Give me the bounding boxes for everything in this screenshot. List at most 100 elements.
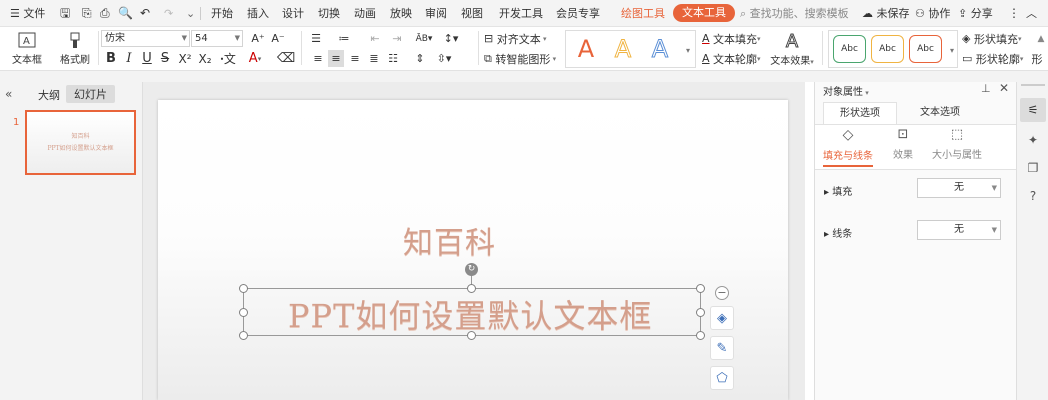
wordart-style-1[interactable]: A <box>571 33 601 65</box>
italic-icon[interactable]: I <box>122 50 136 67</box>
tab-member[interactable]: 会员专享 <box>556 0 600 27</box>
text-outline-button[interactable]: A 文本轮廓 ▾ <box>702 50 766 67</box>
fill-select[interactable]: 无 ▼ <box>917 178 1001 198</box>
wordart-style-3[interactable]: A <box>645 33 675 65</box>
unsaved-status[interactable]: ☁ 未保存 <box>862 0 910 27</box>
share-button[interactable]: ⇪ 分享 <box>958 0 993 27</box>
resize-handle[interactable] <box>239 284 248 293</box>
gallery-expand-icon[interactable]: ▾ <box>947 43 957 57</box>
help-icon[interactable]: ? <box>1020 184 1046 208</box>
line-select[interactable]: 无 ▼ <box>917 220 1001 240</box>
redo-icon[interactable]: ↷ <box>164 0 173 27</box>
tab-review[interactable]: 审阅 <box>425 0 447 27</box>
tab-slides[interactable]: 幻灯片 <box>66 85 115 103</box>
tab-animation[interactable]: 动画 <box>354 0 376 27</box>
resize-handle[interactable] <box>467 284 476 293</box>
shape-fill-button[interactable]: ◈ 形状填充 ▾ <box>962 30 1026 47</box>
collapse-pane-icon[interactable]: « <box>5 87 12 101</box>
resize-handle[interactable] <box>696 284 705 293</box>
increase-indent-icon[interactable]: ⇥ <box>388 30 406 47</box>
tab-outline[interactable]: 大纲 <box>38 87 60 103</box>
pen-button[interactable]: ✎ <box>710 336 734 360</box>
slide[interactable]: 知百科 PPT如何设置默认文本框 ↻ <box>158 100 788 400</box>
bullet-list-icon[interactable]: ☰ <box>306 30 326 47</box>
text-effect-button[interactable]: A 文本效果▾ <box>767 30 817 68</box>
align-center-icon[interactable]: ≡ <box>328 50 344 67</box>
line-spacing-icon[interactable]: ↕▾ <box>440 30 462 47</box>
para-spacing-icon[interactable]: ⇕ <box>412 50 428 67</box>
comments-icon[interactable]: ❐ <box>1020 156 1046 180</box>
rotate-handle-icon[interactable]: ↻ <box>465 263 478 276</box>
gallery-expand-icon[interactable]: ▾ <box>683 43 693 57</box>
strikethrough-icon[interactable]: S <box>158 50 172 67</box>
slide-thumbnail[interactable]: 知百科 PPT如何设置默认文本框 <box>25 110 136 175</box>
properties-icon[interactable]: ⚟ <box>1020 98 1046 122</box>
align-text-button[interactable]: ⊟ 对齐文本 ▾ <box>484 30 550 47</box>
decrease-indent-icon[interactable]: ⇤ <box>366 30 384 47</box>
shape-style-1[interactable]: Abc <box>833 35 866 63</box>
collab-button[interactable]: ⚇ 协作 <box>915 0 950 27</box>
superscript-icon[interactable]: X² <box>177 50 193 67</box>
textbox-button[interactable]: A 文本框 <box>8 30 46 68</box>
tab-drawing-tools[interactable]: 绘图工具 <box>621 0 665 27</box>
text-fill-button[interactable]: A 文本填充 ▾ <box>702 30 766 47</box>
phonetic-icon[interactable]: ꞏ文 <box>217 50 239 67</box>
bold-icon[interactable]: B <box>104 50 118 67</box>
font-size-select[interactable]: 54 ▼ <box>191 30 243 47</box>
preview-icon[interactable]: 🔍 <box>118 0 133 27</box>
shape-outline-button[interactable]: ▭ 形状轮廓 ▾ <box>962 50 1026 67</box>
tab-transition[interactable]: 切换 <box>318 0 340 27</box>
tab-insert[interactable]: 插入 <box>247 0 269 27</box>
more-icon[interactable]: ⋮ <box>1008 0 1020 27</box>
shape-style-3[interactable]: Abc <box>909 35 942 63</box>
resize-handle[interactable] <box>239 331 248 340</box>
fill-row[interactable]: ▸ 填充 <box>824 183 852 198</box>
scroll-ribbon-icon[interactable]: ▲ <box>1036 30 1046 47</box>
tab-slideshow[interactable]: 放映 <box>390 0 412 27</box>
resize-handle[interactable] <box>239 308 248 317</box>
resize-handle[interactable] <box>467 331 476 340</box>
wordart-style-2[interactable]: A <box>608 33 638 65</box>
resize-handle[interactable] <box>696 331 705 340</box>
print-icon[interactable]: ⎙ <box>100 0 110 27</box>
tab-text-options[interactable]: 文本选项 <box>903 102 977 124</box>
menu-button[interactable]: ☰ 文件 <box>10 0 45 27</box>
tab-shape-options[interactable]: 形状选项 <box>823 102 897 124</box>
subtab-effect[interactable]: ⊡ 效果 <box>885 127 921 167</box>
numbered-list-icon[interactable]: ≔ <box>334 30 354 47</box>
resize-handle[interactable] <box>696 308 705 317</box>
subscript-icon[interactable]: X₂ <box>197 50 213 67</box>
tab-view[interactable]: 视图 <box>461 0 483 27</box>
justify-icon[interactable]: ≣ <box>366 50 382 67</box>
layers-button[interactable]: ◈ <box>710 306 734 330</box>
save-icon[interactable]: 🖫 <box>60 0 70 27</box>
align-right-icon[interactable]: ≡ <box>347 50 363 67</box>
search-box[interactable]: ⌕ 查找功能、搜索模板 <box>740 0 849 27</box>
distribute-icon[interactable]: ☷ <box>385 50 401 67</box>
collapse-ribbon-icon[interactable]: ︿ <box>1026 0 1037 27</box>
para-spacing-more-icon[interactable]: ⇳▾ <box>434 50 454 67</box>
format-painter-button[interactable]: 格式刷 <box>55 30 95 68</box>
line-row[interactable]: ▸ 线条 <box>824 225 852 240</box>
export-icon[interactable]: ⎘ <box>82 0 92 27</box>
align-left-icon[interactable]: ≡ <box>310 50 326 67</box>
tab-developer[interactable]: 开发工具 <box>499 0 543 27</box>
subtab-fill-line[interactable]: ◇ 填充与线条 <box>823 127 873 167</box>
fill-button[interactable]: ⬠ <box>710 366 734 390</box>
overflow-button[interactable]: 形 <box>1028 50 1046 67</box>
subtab-size[interactable]: ⬚ 大小与属性 <box>929 127 985 167</box>
underline-icon[interactable]: U <box>140 50 154 67</box>
tab-text-tools[interactable]: 文本工具 <box>673 4 735 22</box>
tab-home[interactable]: 开始 <box>211 0 233 27</box>
collapse-toolbar-icon[interactable]: − <box>715 286 729 300</box>
undo-icon[interactable]: ↶ <box>140 0 150 27</box>
slide-title[interactable]: 知百科 <box>403 218 496 262</box>
eraser-icon[interactable]: ⌫ <box>277 50 295 67</box>
tab-design[interactable]: 设计 <box>282 0 304 27</box>
animation-icon[interactable]: ✦ <box>1020 128 1046 152</box>
text-direction-icon[interactable]: ĀB▾ <box>413 30 435 47</box>
pane-header[interactable]: 对象属性 ▾ <box>823 83 869 98</box>
font-color-icon[interactable]: A ▾ <box>244 50 266 67</box>
close-icon[interactable]: ✕ <box>999 81 1009 95</box>
more-quick-icon[interactable]: ⌄ <box>186 0 195 27</box>
